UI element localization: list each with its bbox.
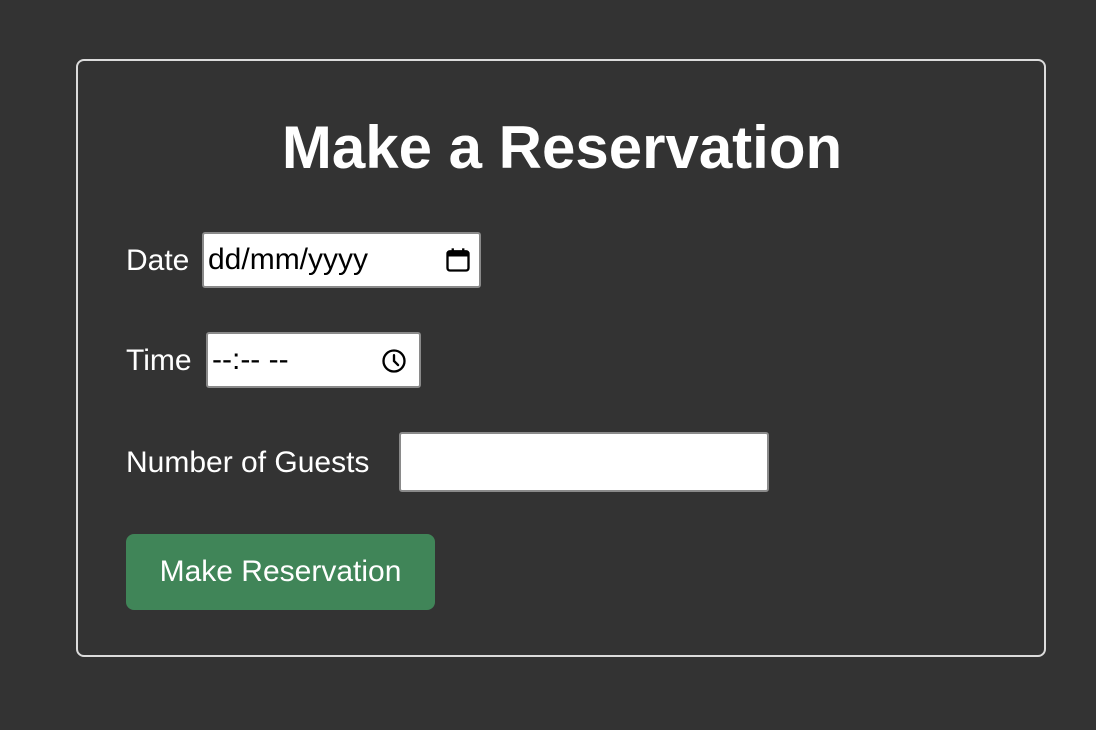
date-placeholder: dd/mm/yyyy: [208, 243, 369, 276]
guests-label: Number of Guests: [126, 446, 370, 479]
date-label: Date: [126, 244, 190, 277]
date-input[interactable]: dd/mm/yyyy: [202, 232, 481, 288]
page-title: Make a Reservation: [281, 114, 843, 181]
clock-icon[interactable]: [380, 347, 408, 375]
time-placeholder: --:-- --: [212, 343, 289, 376]
calendar-icon[interactable]: [444, 246, 472, 274]
make-reservation-button[interactable]: Make Reservation: [126, 534, 435, 610]
time-input[interactable]: --:-- --: [206, 332, 421, 388]
time-label: Time: [126, 344, 192, 377]
guests-input[interactable]: [399, 432, 769, 492]
